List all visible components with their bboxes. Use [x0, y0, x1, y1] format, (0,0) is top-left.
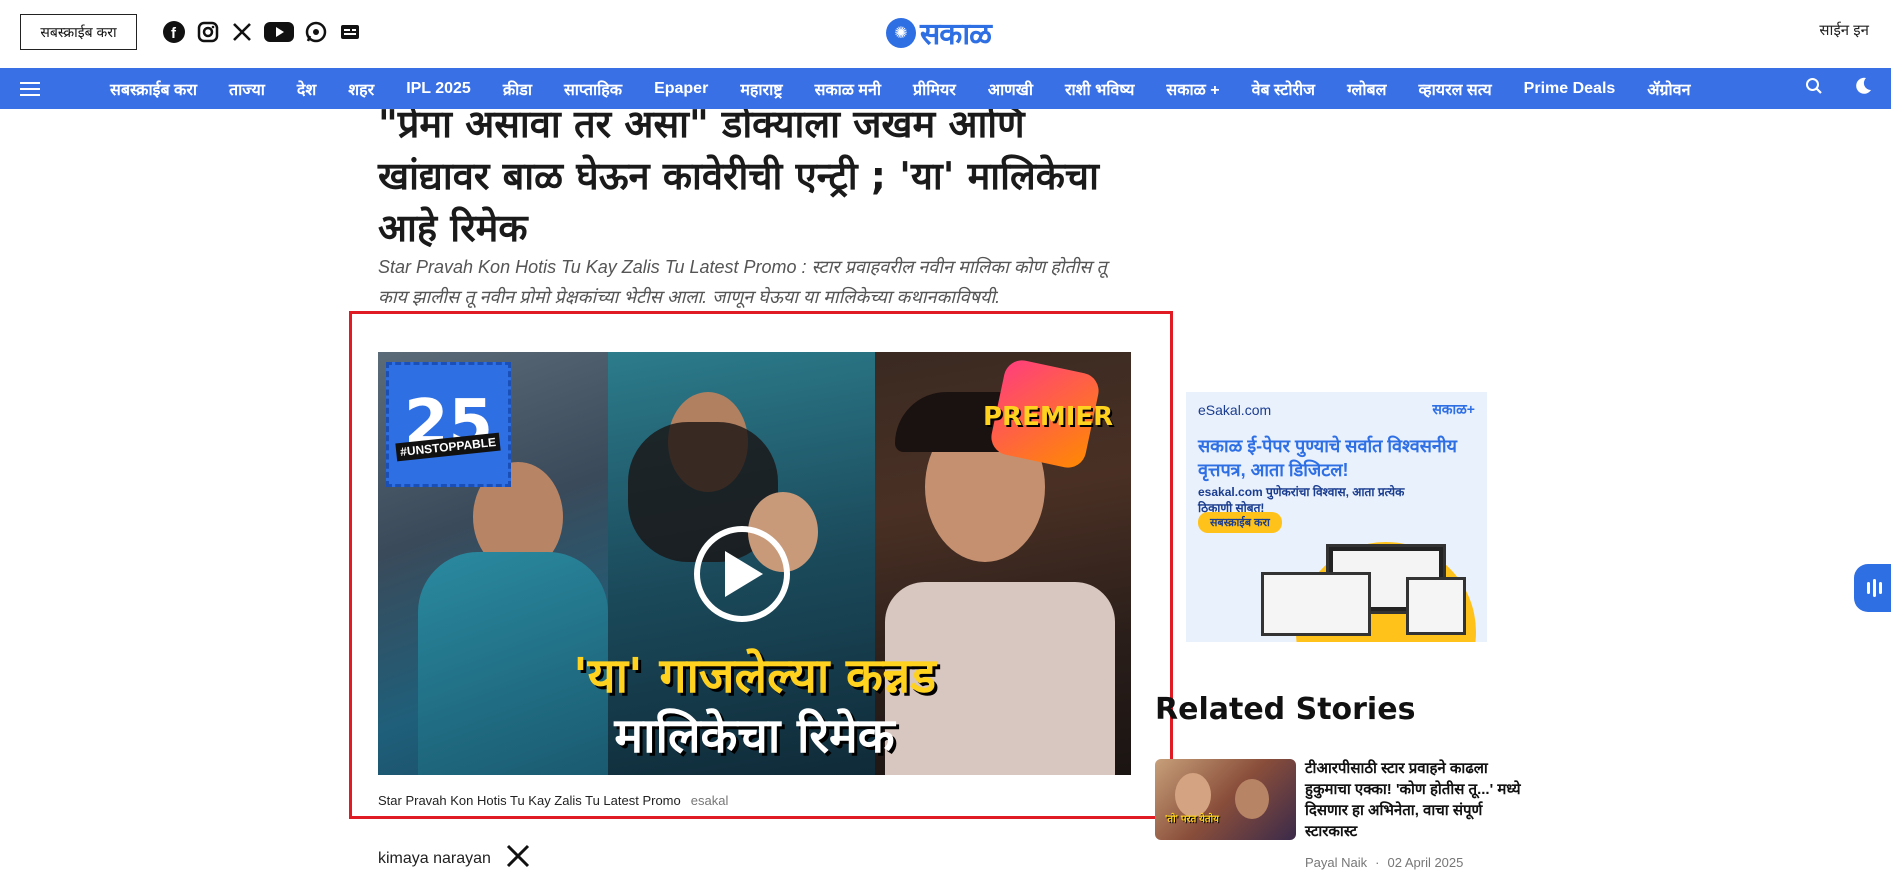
- signin-link[interactable]: साईन इन: [1819, 20, 1869, 40]
- nav-item-subscribe[interactable]: सबस्क्राईब करा: [94, 78, 213, 100]
- x-icon[interactable]: [505, 843, 531, 874]
- video-overlay-line2: मालिकेचा रिमेक: [614, 708, 895, 764]
- main-nav: सबस्क्राईब करा ताज्या देश शहर IPL 2025 क…: [0, 68, 1891, 109]
- author-line: kimaya narayan: [378, 843, 531, 874]
- social-links: f: [162, 20, 362, 44]
- youtube-icon[interactable]: [264, 20, 294, 44]
- audio-player-icon[interactable]: [1854, 564, 1891, 612]
- nav-item-country[interactable]: देश: [281, 78, 332, 100]
- nav-item-ipl[interactable]: IPL 2025: [390, 80, 487, 98]
- x-icon[interactable]: [230, 20, 254, 44]
- video-player[interactable]: 25 #UNSTOPPABLE PREMIER 'या' गाजलेल्या क…: [378, 352, 1131, 775]
- dark-mode-icon[interactable]: [1853, 76, 1873, 101]
- nav-item-city[interactable]: शहर: [332, 78, 390, 100]
- nav-items: सबस्क्राईब करा ताज्या देश शहर IPL 2025 क…: [94, 78, 1706, 100]
- nav-item-latest[interactable]: ताज्या: [213, 78, 281, 100]
- nav-item-money[interactable]: सकाळ मनी: [799, 78, 897, 100]
- nav-item-weekly[interactable]: साप्ताहिक: [548, 78, 638, 100]
- epaper-ad[interactable]: eSakal.com सकाळ+ सकाळ ई-पेपर पुण्याचे सर…: [1186, 392, 1487, 642]
- subscribe-button[interactable]: सबस्क्राईब करा: [20, 14, 137, 50]
- article-headline: "प्रेमा असावा तर असा" डोक्याला जखम आणि ख…: [378, 109, 1099, 250]
- instagram-icon[interactable]: [196, 20, 220, 44]
- nav-actions: [1805, 68, 1873, 109]
- nav-item-sakal-plus[interactable]: सकाळ +: [1150, 78, 1235, 100]
- ad-tablet-graphic: [1406, 577, 1466, 635]
- related-story-thumbnail[interactable]: 'तो' परत येतोय: [1155, 759, 1296, 840]
- logo-emblem-icon: ✺: [886, 17, 916, 48]
- thumbnail-text: 'तो' परत येतोय: [1165, 814, 1219, 825]
- nav-item-premier[interactable]: प्रीमियर: [897, 78, 972, 100]
- nav-item-global[interactable]: ग्लोबल: [1331, 78, 1402, 100]
- nav-item-web-stories[interactable]: वेब स्टोरीज: [1236, 78, 1331, 100]
- related-story-date: 02 April 2025: [1387, 855, 1464, 870]
- nav-item-agrowon[interactable]: ॲग्रोवन: [1631, 78, 1706, 100]
- nav-item-horoscope[interactable]: राशी भविष्य: [1049, 78, 1150, 100]
- nav-item-prime-deals[interactable]: Prime Deals: [1508, 80, 1632, 98]
- related-stories-title: Related Stories: [1155, 692, 1416, 727]
- author-name[interactable]: kimaya narayan: [378, 850, 491, 868]
- article-subtitle: Star Pravah Kon Hotis Tu Kay Zalis Tu La…: [378, 257, 1107, 307]
- related-story-author: Payal Naik: [1305, 855, 1368, 870]
- premier-label: PREMIER: [983, 402, 1114, 432]
- caption-source: esakal: [690, 793, 729, 808]
- ad-site: eSakal.com: [1198, 402, 1272, 418]
- nav-item-viral-truth[interactable]: व्हायरल सत्य: [1403, 78, 1508, 100]
- ad-subscribe-button[interactable]: सबस्क्राईब करा: [1198, 512, 1282, 533]
- nav-item-sports[interactable]: क्रीडा: [487, 78, 548, 100]
- google-news-icon[interactable]: [338, 20, 362, 44]
- logo-text: सकाळ: [920, 17, 992, 52]
- nav-item-more[interactable]: आणखी: [972, 78, 1049, 100]
- ad-logo: सकाळ+: [1432, 401, 1475, 417]
- search-icon[interactable]: [1805, 77, 1823, 100]
- premier-badge: PREMIER: [983, 357, 1114, 471]
- top-header: सबस्क्राईब करा f ✺ सकाळ साईन इन: [0, 0, 1891, 68]
- anniversary-badge: 25 #UNSTOPPABLE: [386, 362, 511, 487]
- menu-icon[interactable]: [0, 68, 60, 109]
- nav-item-epaper[interactable]: Epaper: [638, 80, 724, 98]
- ad-headline: सकाळ ई-पेपर पुण्याचे सर्वात विश्वसनीय वृ…: [1198, 436, 1457, 480]
- related-story-meta: Payal Naik · 02 April 2025: [1305, 855, 1464, 870]
- caption-text: Star Pravah Kon Hotis Tu Kay Zalis Tu La…: [378, 793, 681, 808]
- whatsapp-icon[interactable]: [304, 20, 328, 44]
- video-overlay-line1: 'या' गाजलेल्या कन्नड: [573, 648, 936, 704]
- nav-item-maharashtra[interactable]: महाराष्ट्र: [724, 78, 798, 100]
- facebook-icon[interactable]: f: [162, 20, 186, 44]
- video-caption: Star Pravah Kon Hotis Tu Kay Zalis Tu La…: [378, 793, 728, 808]
- related-story-headline[interactable]: टीआरपीसाठी स्टार प्रवाहने काढला हुकुमाचा…: [1305, 758, 1530, 842]
- ad-laptop-graphic: [1261, 572, 1371, 636]
- site-logo[interactable]: ✺ सकाळ: [886, 12, 992, 53]
- play-icon[interactable]: [694, 526, 790, 622]
